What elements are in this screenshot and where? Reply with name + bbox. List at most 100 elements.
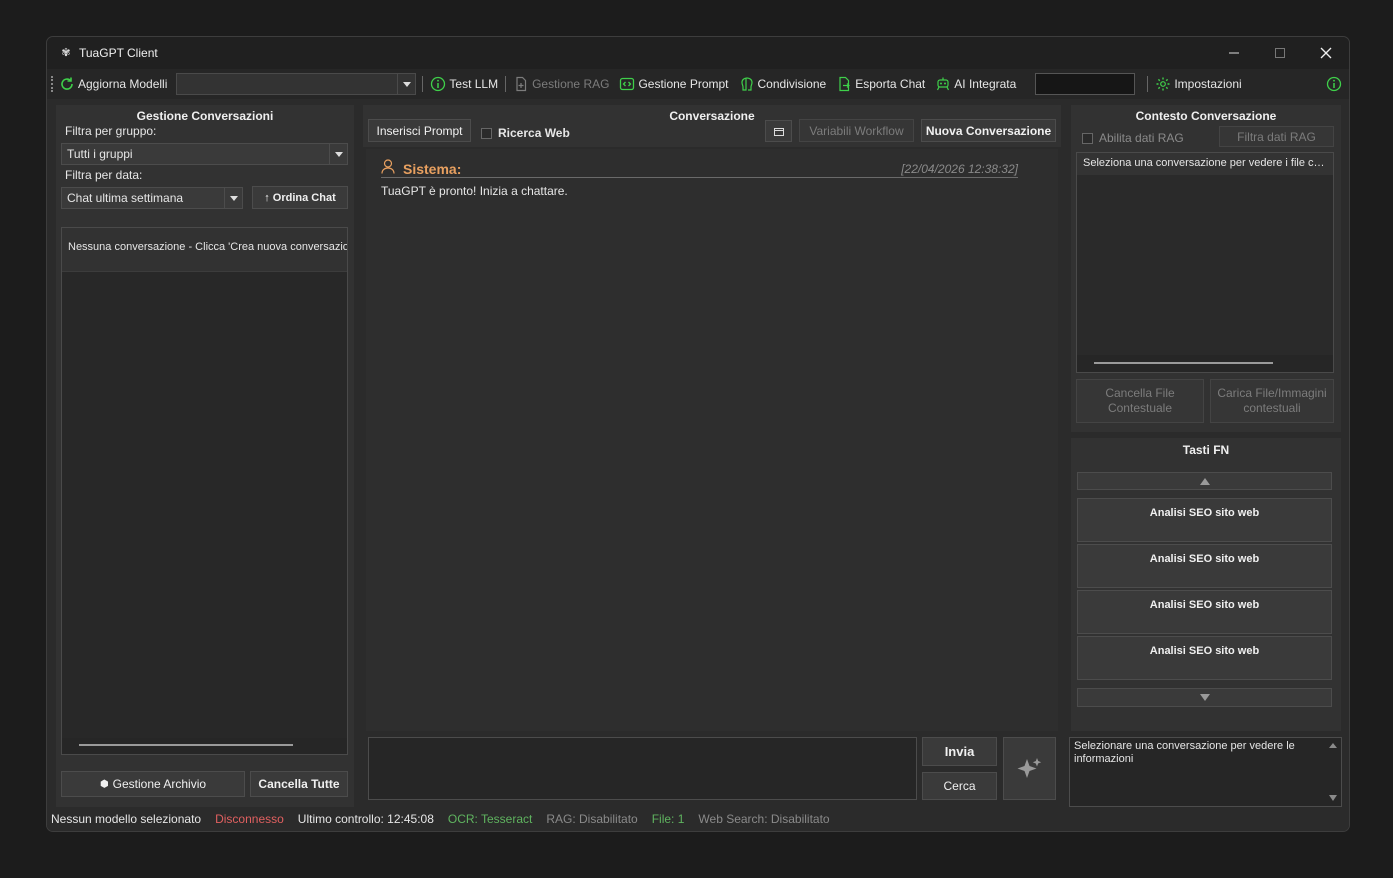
export-chat-button[interactable]: Esporta Chat — [831, 72, 930, 96]
sharing-label: Condivisione — [757, 77, 827, 91]
user-icon — [381, 159, 395, 174]
main-toolbar: Aggiorna Modelli Test LLM Gestione RAG G… — [47, 69, 1349, 99]
sharing-button[interactable]: Condivisione — [734, 72, 832, 96]
toolbar-separator — [422, 76, 424, 92]
status-bar: Nessun modello selezionato Disconnesso U… — [47, 807, 1349, 831]
conversation-context-title: Contesto Conversazione — [1135, 109, 1277, 123]
model-select[interactable] — [176, 73, 417, 95]
fn-scroll-down-button[interactable] — [1077, 688, 1332, 707]
folder-button[interactable] — [765, 120, 792, 142]
date-filter-label: Filtra per data: — [65, 168, 143, 182]
message-timestamp: [22/04/2026 12:38:32] — [901, 162, 1018, 176]
filter-rag-button[interactable]: Filtra dati RAG — [1219, 126, 1334, 147]
refresh-icon — [61, 77, 73, 90]
close-button[interactable] — [1303, 37, 1349, 69]
web-search-label: Ricerca Web — [498, 126, 570, 140]
fn-button-1[interactable]: Analisi SEO sito web — [1077, 498, 1332, 542]
rag-management-label: Gestione RAG — [532, 77, 610, 91]
toolbar-status-field[interactable] — [1035, 73, 1136, 95]
chat-area: Sistema: [22/04/2026 12:38:32] TuaGPT è … — [366, 149, 1058, 731]
delete-all-button[interactable]: Cancella Tutte — [250, 771, 348, 797]
status-connection: Disconnesso — [215, 812, 284, 826]
toolbar-separator — [505, 76, 507, 92]
list-item[interactable]: Nessuna conversazione - Clicca 'Crea nuo… — [62, 228, 347, 272]
context-files-list[interactable]: Seleziona una conversazione per vedere i… — [1076, 152, 1334, 373]
archive-management-button[interactable]: ⬢ Gestione Archivio — [61, 771, 245, 797]
refresh-models-button[interactable]: Aggiorna Modelli — [54, 72, 172, 96]
enable-rag-toggle[interactable]: Abilita dati RAG — [1082, 131, 1184, 145]
window-title: TuaGPT Client — [79, 46, 158, 60]
arrow-up-icon — [1199, 477, 1210, 485]
insert-prompt-button[interactable]: Inserisci Prompt — [368, 119, 471, 142]
ai-assist-button[interactable] — [1003, 737, 1056, 800]
fn-keys-panel: Tasti FN Analisi SEO sito web Analisi SE… — [1071, 438, 1341, 731]
upload-context-files-button[interactable]: Carica File/Immagini contestuali — [1210, 379, 1334, 423]
code-brackets-icon — [620, 77, 635, 91]
group-filter-select[interactable]: Tutti i gruppi — [61, 143, 348, 165]
group-filter-label: Filtra per gruppo: — [65, 124, 157, 138]
group-filter-value: Tutti i gruppi — [67, 147, 133, 161]
delete-context-file-label: Cancella File Contestuale — [1105, 386, 1175, 415]
about-button[interactable] — [1321, 72, 1347, 96]
date-filter-select[interactable]: Chat ultima settimana — [61, 187, 243, 209]
conversation-management-panel: Gestione Conversazioni Filtra per gruppo… — [56, 105, 354, 807]
search-button[interactable]: Cerca — [922, 772, 997, 800]
maximize-button[interactable] — [1257, 37, 1303, 69]
conversation-title: Conversazione — [669, 109, 755, 123]
web-search-toggle[interactable]: Ricerca Web — [481, 126, 570, 140]
fn-scroll-up-button[interactable] — [1077, 472, 1332, 490]
rag-management-button[interactable]: Gestione RAG — [508, 72, 614, 96]
new-conversation-button[interactable]: Nuova Conversazione — [921, 119, 1056, 142]
scrollbar-handle[interactable] — [1094, 362, 1273, 364]
info-box[interactable]: Selezionare una conversazione per vedere… — [1069, 737, 1342, 807]
sort-chat-button[interactable]: ↑ Ordina Chat — [252, 186, 348, 209]
status-ocr: OCR: Tesseract — [447, 812, 533, 826]
sparkle-icon — [1017, 757, 1041, 778]
refresh-models-label: Aggiorna Modelli — [78, 77, 168, 91]
prompt-management-button[interactable]: Gestione Prompt — [614, 72, 733, 96]
list-item[interactable]: Seleziona una conversazione per vedere i… — [1077, 153, 1333, 175]
toolbar-separator — [1147, 76, 1149, 92]
info-icon — [1326, 76, 1342, 92]
brain-icon — [740, 77, 753, 91]
fn-button-2[interactable]: Analisi SEO sito web — [1077, 544, 1332, 588]
app-window: ✾ TuaGPT Client Aggiorna Modelli Test LL… — [46, 36, 1350, 832]
status-model: Nessun modello selezionato — [51, 812, 202, 826]
enable-rag-label: Abilita dati RAG — [1099, 131, 1184, 145]
fn-keys-title: Tasti FN — [1182, 443, 1230, 457]
integrated-ai-button[interactable]: AI Integrata — [930, 72, 1021, 96]
message-input[interactable] — [368, 737, 917, 800]
horizontal-scrollbar[interactable] — [62, 738, 347, 754]
scrollbar-handle[interactable] — [79, 744, 293, 746]
web-search-checkbox[interactable] — [481, 127, 492, 139]
send-button[interactable]: Invia — [922, 737, 997, 766]
delete-context-file-button[interactable]: Cancella File Contestuale — [1076, 379, 1204, 423]
status-files: File: 1 — [651, 812, 685, 826]
export-chat-label: Esporta Chat — [855, 77, 926, 91]
maximize-icon — [1275, 48, 1285, 58]
scroll-arrows-icon — [1329, 743, 1337, 801]
file-export-icon — [839, 76, 851, 92]
robot-icon — [937, 77, 950, 91]
info-icon — [431, 76, 446, 92]
message-text: TuaGPT è pronto! Inizia a chattare. — [381, 184, 568, 198]
conversation-list[interactable]: Nessuna conversazione - Clicca 'Crea nuo… — [61, 227, 348, 755]
minimize-button[interactable] — [1211, 37, 1257, 69]
conversation-panel: Conversazione Inserisci Prompt Ricerca W… — [363, 105, 1061, 807]
test-llm-label: Test LLM — [449, 77, 499, 91]
empty-list-message: Nessuna conversazione - Clicca 'Crea nuo… — [68, 241, 347, 253]
integrated-ai-label: AI Integrata — [954, 77, 1017, 91]
status-last-check: Ultimo controllo: 12:45:08 — [297, 812, 434, 826]
test-llm-button[interactable]: Test LLM — [425, 72, 503, 96]
workflow-variables-button[interactable]: Variabili Workflow — [799, 119, 914, 142]
vertical-scrollbar[interactable] — [1325, 738, 1341, 806]
fn-button-4[interactable]: Analisi SEO sito web — [1077, 636, 1332, 680]
enable-rag-checkbox[interactable] — [1082, 132, 1093, 144]
message-sender: Sistema: — [403, 161, 462, 177]
prompt-management-label: Gestione Prompt — [638, 77, 729, 91]
app-logo-icon: ✾ — [61, 47, 71, 59]
settings-button[interactable]: Impostazioni — [1150, 72, 1246, 96]
arrow-down-icon — [1199, 694, 1210, 701]
horizontal-scrollbar[interactable] — [1077, 355, 1333, 372]
fn-button-3[interactable]: Analisi SEO sito web — [1077, 590, 1332, 634]
